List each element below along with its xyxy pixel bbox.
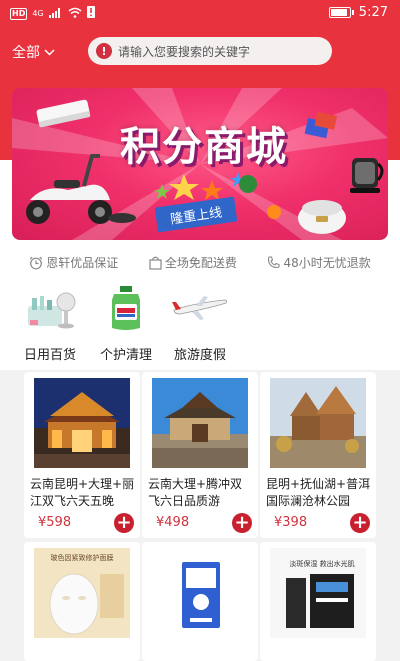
guarantee-free-delivery: 全场免配送费: [149, 254, 237, 271]
add-to-cart-button[interactable]: +: [350, 513, 370, 533]
guarantee-free-delivery-label: 全场免配送费: [164, 256, 237, 270]
guarantee-refund-label: 48小时无忧退款: [283, 256, 371, 270]
personal-care-icon: [96, 286, 156, 332]
signal-icon: [48, 7, 63, 21]
city-label: 全部: [12, 45, 40, 61]
product-card[interactable]: 淡斑保湿 救出水光肌: [260, 542, 376, 661]
status-time: 5:27: [358, 5, 388, 20]
battery-icon: [328, 7, 354, 18]
phone-icon: [267, 256, 280, 269]
add-to-cart-button[interactable]: +: [114, 513, 134, 533]
search-placeholder: 请输入您要搜索的关键字: [118, 44, 251, 59]
svg-text:淡斑保湿 救出水光肌: 淡斑保湿 救出水光肌: [289, 559, 354, 568]
network-type: 4G: [32, 8, 44, 18]
category-travel[interactable]: 旅游度假: [164, 286, 236, 363]
product-card[interactable]: 昆明+抚仙湖+普洱国际澜沧林公园+野 ¥398 +: [260, 372, 376, 538]
service-guarantee-row: 恩轩优品保证 全场免配送费 48小时无忧退款: [0, 254, 400, 271]
status-bar: HD 4G 5:27: [0, 0, 400, 28]
product-price: ¥398: [274, 515, 308, 530]
guarantee-refund: 48小时无忧退款: [267, 254, 371, 271]
airplane-icon: [170, 286, 230, 332]
banner-title: 积分商城: [120, 124, 288, 170]
product-card[interactable]: 云南昆明+大理+丽江双飞六天五晚 ¥598 +: [24, 372, 140, 538]
product-image-dali: [152, 378, 248, 468]
alarm-clock-icon: [29, 256, 43, 270]
product-name: 云南大理+腾冲双飞六日品质游: [148, 477, 243, 508]
search-input[interactable]: ! 请输入您要搜索的关键字: [88, 37, 332, 65]
wifi-icon: [68, 7, 82, 21]
status-left: HD 4G: [10, 6, 95, 21]
app-screen: HD 4G 5:27 全部 ! 请输入您要搜索的关键字 积分商城 隆重上线 恩轩…: [0, 0, 400, 661]
city-select[interactable]: 全部: [12, 42, 55, 62]
product-card[interactable]: 云南大理+腾冲双飞六日品质游 ¥498 +: [142, 372, 258, 538]
status-right: 5:27: [328, 5, 388, 20]
product-image-serum-mask: [152, 548, 248, 638]
exclamation-icon: !: [96, 43, 112, 59]
product-name: 云南昆明+大理+丽江双飞六天五晚: [30, 477, 135, 508]
guarantee-quality: 恩轩优品保证: [29, 254, 118, 271]
product-price: ¥498: [156, 515, 190, 530]
hd-badge: HD: [10, 7, 28, 20]
add-to-cart-button[interactable]: +: [232, 513, 252, 533]
product-image-puer: [270, 378, 366, 468]
product-image-face-mask: 玻色因紧致修护面膜: [34, 548, 130, 638]
guarantee-quality-label: 恩轩优品保证: [46, 256, 119, 270]
product-card[interactable]: [142, 542, 258, 661]
svg-text:玻色因紧致修护面膜: 玻色因紧致修护面膜: [51, 553, 114, 562]
chevron-down-icon: [44, 44, 55, 60]
alert-status-icon: [86, 6, 95, 21]
category-personal-care-label: 个护清理: [99, 348, 152, 363]
product-image-kunming: [34, 378, 130, 468]
product-name: 昆明+抚仙湖+普洱国际澜沧林公园+野: [266, 477, 371, 508]
product-price: ¥598: [38, 515, 72, 530]
points-mall-banner[interactable]: 积分商城 隆重上线: [12, 88, 388, 240]
category-daily-goods-label: 日用百货: [23, 348, 76, 363]
shopping-bag-icon: [149, 256, 162, 270]
category-personal-care[interactable]: 个护清理: [90, 286, 162, 363]
daily-goods-icon: [20, 286, 80, 332]
product-card[interactable]: 玻色因紧致修护面膜: [24, 542, 140, 661]
product-image-skincare-set: 淡斑保湿 救出水光肌: [270, 548, 366, 638]
category-travel-label: 旅游度假: [173, 348, 226, 363]
category-daily-goods[interactable]: 日用百货: [14, 286, 86, 363]
